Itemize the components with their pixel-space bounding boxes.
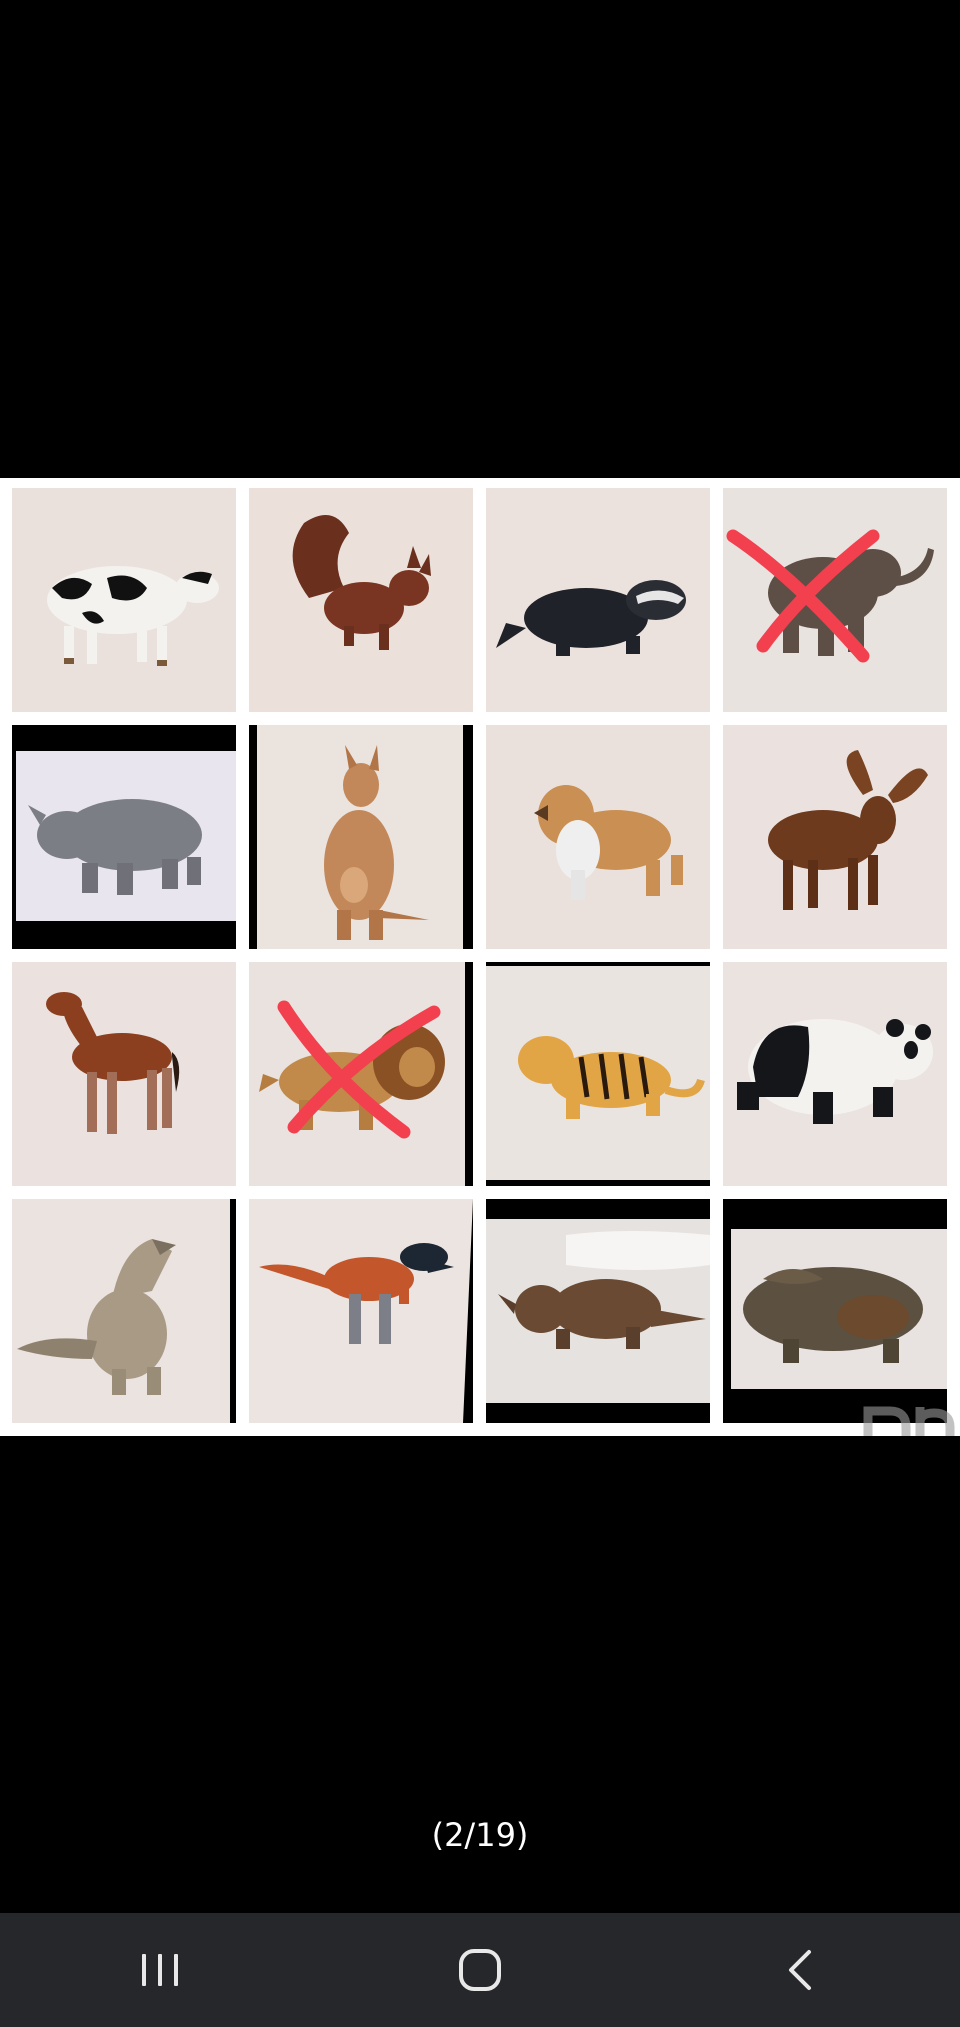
tile-moose[interactable] xyxy=(723,725,947,949)
tile-elephant[interactable] xyxy=(723,488,947,712)
badger-figure xyxy=(486,488,710,712)
cross-mark-icon xyxy=(277,1000,441,1139)
tiger-figure xyxy=(486,962,710,1186)
tile-tiger[interactable] xyxy=(486,962,710,1186)
dinosaur-figure xyxy=(723,1199,947,1423)
moose-figure xyxy=(723,725,947,949)
cross-mark-icon xyxy=(726,529,880,663)
collie-figure xyxy=(486,725,710,949)
back-icon xyxy=(789,1950,811,1990)
panda-figure xyxy=(723,962,947,1186)
cow-figure xyxy=(12,488,236,712)
squirrel-figure xyxy=(249,488,473,712)
back-button[interactable] xyxy=(740,1925,860,2015)
kangaroo-figure xyxy=(249,725,473,949)
tile-triceratops[interactable] xyxy=(486,1199,710,1423)
home-button[interactable] xyxy=(420,1925,540,2015)
tile-raptor[interactable] xyxy=(249,1199,473,1423)
foal-figure xyxy=(12,962,236,1186)
system-navigation-bar xyxy=(0,1913,960,2027)
tile-dinosaur[interactable] xyxy=(723,1199,947,1423)
tile-kangaroo[interactable] xyxy=(249,725,473,949)
tile-badger[interactable] xyxy=(486,488,710,712)
tile-squirrel[interactable] xyxy=(249,488,473,712)
triceratops-figure xyxy=(486,1199,710,1423)
recents-button[interactable] xyxy=(100,1925,220,2015)
recents-icon xyxy=(142,1954,178,1986)
home-icon xyxy=(459,1949,501,1991)
tile-collie[interactable] xyxy=(486,725,710,949)
image-counter: (2/19) xyxy=(431,1816,529,1854)
image-viewer[interactable]: (2/19) xyxy=(0,0,960,1913)
tile-cow[interactable] xyxy=(12,488,236,712)
tile-panda[interactable] xyxy=(723,962,947,1186)
raptor-figure xyxy=(249,1199,473,1423)
rhino-figure xyxy=(12,725,236,949)
watermark-logo xyxy=(858,1403,960,1436)
animal-figure-collage[interactable] xyxy=(0,478,960,1436)
wolf-figure xyxy=(12,1199,236,1423)
tile-wolf[interactable] xyxy=(12,1199,236,1423)
tile-rhino[interactable] xyxy=(12,725,236,949)
tile-lion[interactable] xyxy=(249,962,473,1186)
tile-foal[interactable] xyxy=(12,962,236,1186)
